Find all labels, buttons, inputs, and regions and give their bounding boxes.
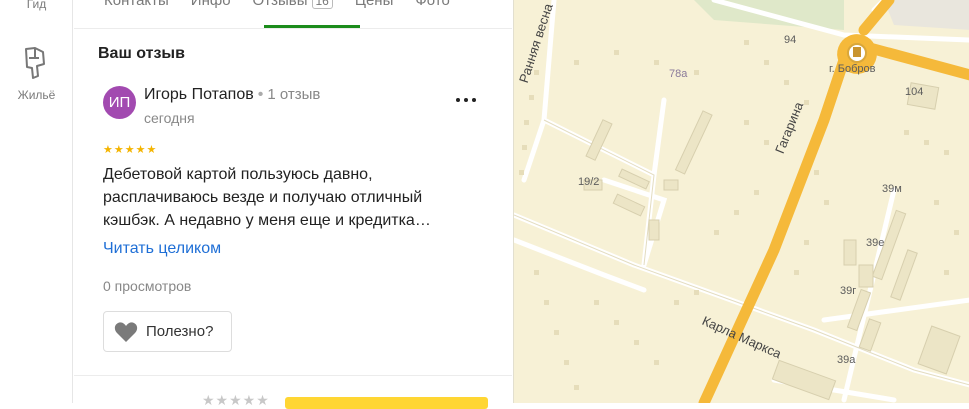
map-label: 39а — [837, 354, 856, 366]
author-review-count: 1 отзыв — [267, 86, 321, 103]
author-name[interactable]: Игорь Потапов — [144, 86, 254, 103]
review-author: Игорь Потапов • 1 отзыв — [144, 86, 320, 104]
tab-contacts-label: Контакты — [104, 0, 169, 9]
map-label-city[interactable]: г. Бобров — [829, 63, 876, 75]
map-label: 78а — [669, 68, 688, 80]
map[interactable]: 94 г. Бобров 104 78а 19/2 39м 39е 39г 39… — [513, 0, 969, 403]
tab-photos-label: Фото — [415, 0, 450, 9]
map-label: 39м — [882, 183, 902, 195]
map-label: 39г — [840, 285, 857, 297]
useful-button[interactable]: Полезно? — [103, 311, 232, 352]
review-text-line: кэшбэк. А недавно у меня еще и кредитка… — [103, 212, 431, 229]
review-date: сегодня — [144, 110, 195, 126]
map-label: 19/2 — [578, 176, 600, 188]
your-review-title: Ваш отзыв — [98, 45, 185, 62]
rail-guide-label[interactable]: Гид — [0, 0, 73, 11]
review-text-line: Дебетовой картой пользуюсь давно, — [103, 166, 373, 183]
rating-stars: ★★★★★ — [103, 144, 158, 156]
heart-icon — [114, 321, 138, 342]
tab-info-label: Инфо — [190, 0, 231, 9]
rate-stars[interactable]: ★★★★★ — [202, 392, 270, 409]
map-label: 94 — [784, 34, 797, 46]
organization-panel: Контакты Инфо Отзывы 16 Цены Фото Ваш отз… — [74, 0, 512, 409]
tab-bar: Контакты Инфо Отзывы 16 Цены Фото — [104, 0, 450, 28]
write-review-button[interactable] — [285, 397, 488, 409]
tab-contacts[interactable]: Контакты — [104, 0, 169, 28]
tab-info[interactable]: Инфо — [191, 0, 231, 28]
left-rail: Гид Жильё — [0, 0, 73, 403]
review-text-line: расплачиваюсь везде и получаю отличный — [103, 189, 423, 206]
avatar[interactable]: ИП — [103, 86, 136, 119]
tab-prices-label: Цены — [354, 0, 394, 9]
rail-housing-label[interactable]: Жильё — [0, 88, 73, 102]
views-count: 0 просмотров — [103, 278, 192, 294]
read-more-link[interactable]: Читать целиком — [103, 240, 221, 258]
housing-icon[interactable] — [19, 46, 49, 80]
divider — [74, 28, 512, 29]
tab-reviews-count: 16 — [311, 0, 333, 9]
separator-dot: • — [257, 86, 264, 103]
review-text: Дебетовой картой пользуюсь давно, распла… — [103, 163, 493, 232]
tab-photos[interactable]: Фото — [415, 0, 449, 28]
more-options-icon[interactable] — [456, 92, 480, 108]
tab-reviews[interactable]: Отзывы 16 — [253, 0, 333, 28]
useful-label: Полезно? — [146, 323, 214, 340]
divider — [74, 375, 512, 376]
map-label: 104 — [905, 86, 924, 98]
tab-prices[interactable]: Цены — [355, 0, 394, 28]
tab-reviews-label: Отзывы — [252, 0, 308, 9]
map-label: 39е — [866, 237, 885, 249]
